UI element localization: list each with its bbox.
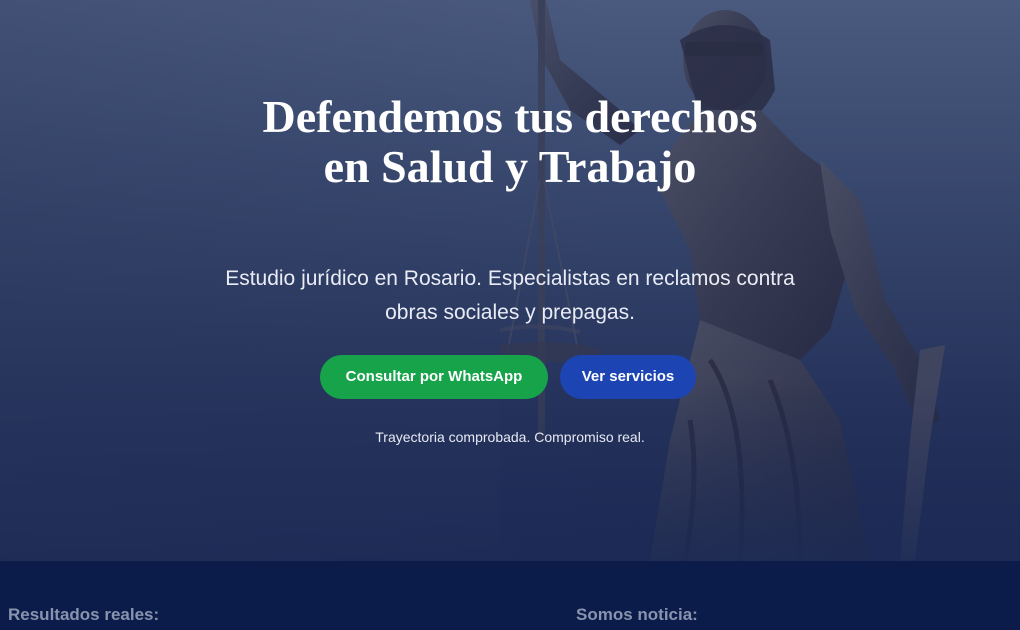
hero-title: Defendemos tus derechos en Salud y Traba… xyxy=(262,91,758,192)
news-heading: Somos noticia: xyxy=(576,605,698,624)
view-services-button[interactable]: Ver servicios xyxy=(560,355,696,399)
whatsapp-button-label: Consultar por WhatsApp xyxy=(345,368,523,385)
hero-subtitle: Estudio jurídico en Rosario. Especialist… xyxy=(225,267,795,324)
results-news-section: Resultados reales: Somos noticia: xyxy=(0,561,1020,630)
results-heading: Resultados reales: xyxy=(8,605,160,624)
hero-section: Defendemos tus derechos en Salud y Traba… xyxy=(0,0,1020,561)
hero-tagline: Trayectoria comprobada. Compromiso real. xyxy=(375,429,645,445)
services-button-label: Ver servicios xyxy=(581,368,675,385)
whatsapp-consult-button[interactable]: Consultar por WhatsApp xyxy=(320,355,548,399)
